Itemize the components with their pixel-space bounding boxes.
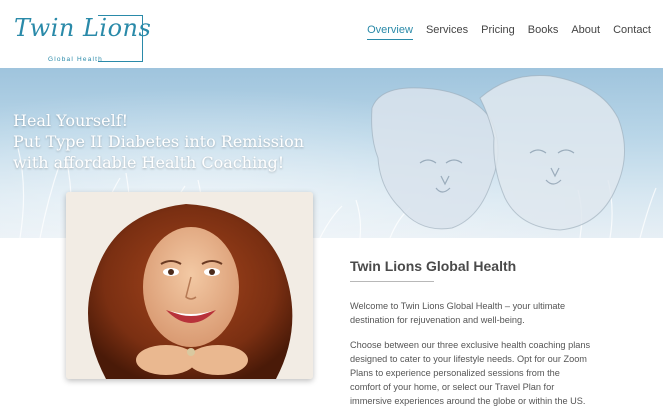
lion-right — [479, 74, 626, 231]
nav-pricing[interactable]: Pricing — [481, 24, 515, 40]
logo-subtitle: Global Health — [48, 56, 103, 63]
plans-line-5: immersive experiences around the globe o… — [350, 396, 586, 406]
section-title: Twin Lions Global Health — [350, 258, 517, 274]
intro-line-2: destination for rejuvenation and well-be… — [350, 315, 525, 325]
logo[interactable]: Twin Lions Global Health — [12, 6, 151, 63]
portrait-image — [66, 192, 313, 379]
plans-line-1: Choose between our three exclusive healt… — [350, 340, 591, 350]
intro-paragraph: Welcome to Twin Lions Global Health – yo… — [350, 299, 640, 327]
nav-books[interactable]: Books — [528, 24, 559, 40]
hero-line-2: Put Type II Diabetes into Remission — [13, 132, 305, 151]
hero-line-3: with affordable Health Coaching! — [13, 153, 285, 172]
nav-overview[interactable]: Overview — [367, 24, 413, 40]
hero-headline: Heal Yourself! Put Type II Diabetes into… — [13, 110, 304, 173]
plans-line-4: comfort of your home, or select our Trav… — [350, 382, 555, 392]
coach-photo — [66, 192, 313, 379]
main-nav: Overview Services Pricing Books About Co… — [354, 24, 651, 40]
plans-paragraph: Choose between our three exclusive healt… — [350, 338, 640, 408]
title-divider — [350, 281, 434, 282]
site-header: Twin Lions Global Health Overview Servic… — [0, 0, 663, 68]
plans-line-2: designed to cater to your lifestyle need… — [350, 354, 587, 364]
hero-line-1: Heal Yourself! — [13, 111, 129, 130]
nav-services[interactable]: Services — [426, 24, 468, 40]
plans-line-3: Plans to experience personalized session… — [350, 368, 560, 378]
logo-text: Twin Lions — [14, 14, 152, 42]
intro-line-1: Welcome to Twin Lions Global Health – yo… — [350, 301, 566, 311]
lion-left — [371, 87, 499, 230]
nav-about[interactable]: About — [571, 24, 600, 40]
nav-contact[interactable]: Contact — [613, 24, 651, 40]
